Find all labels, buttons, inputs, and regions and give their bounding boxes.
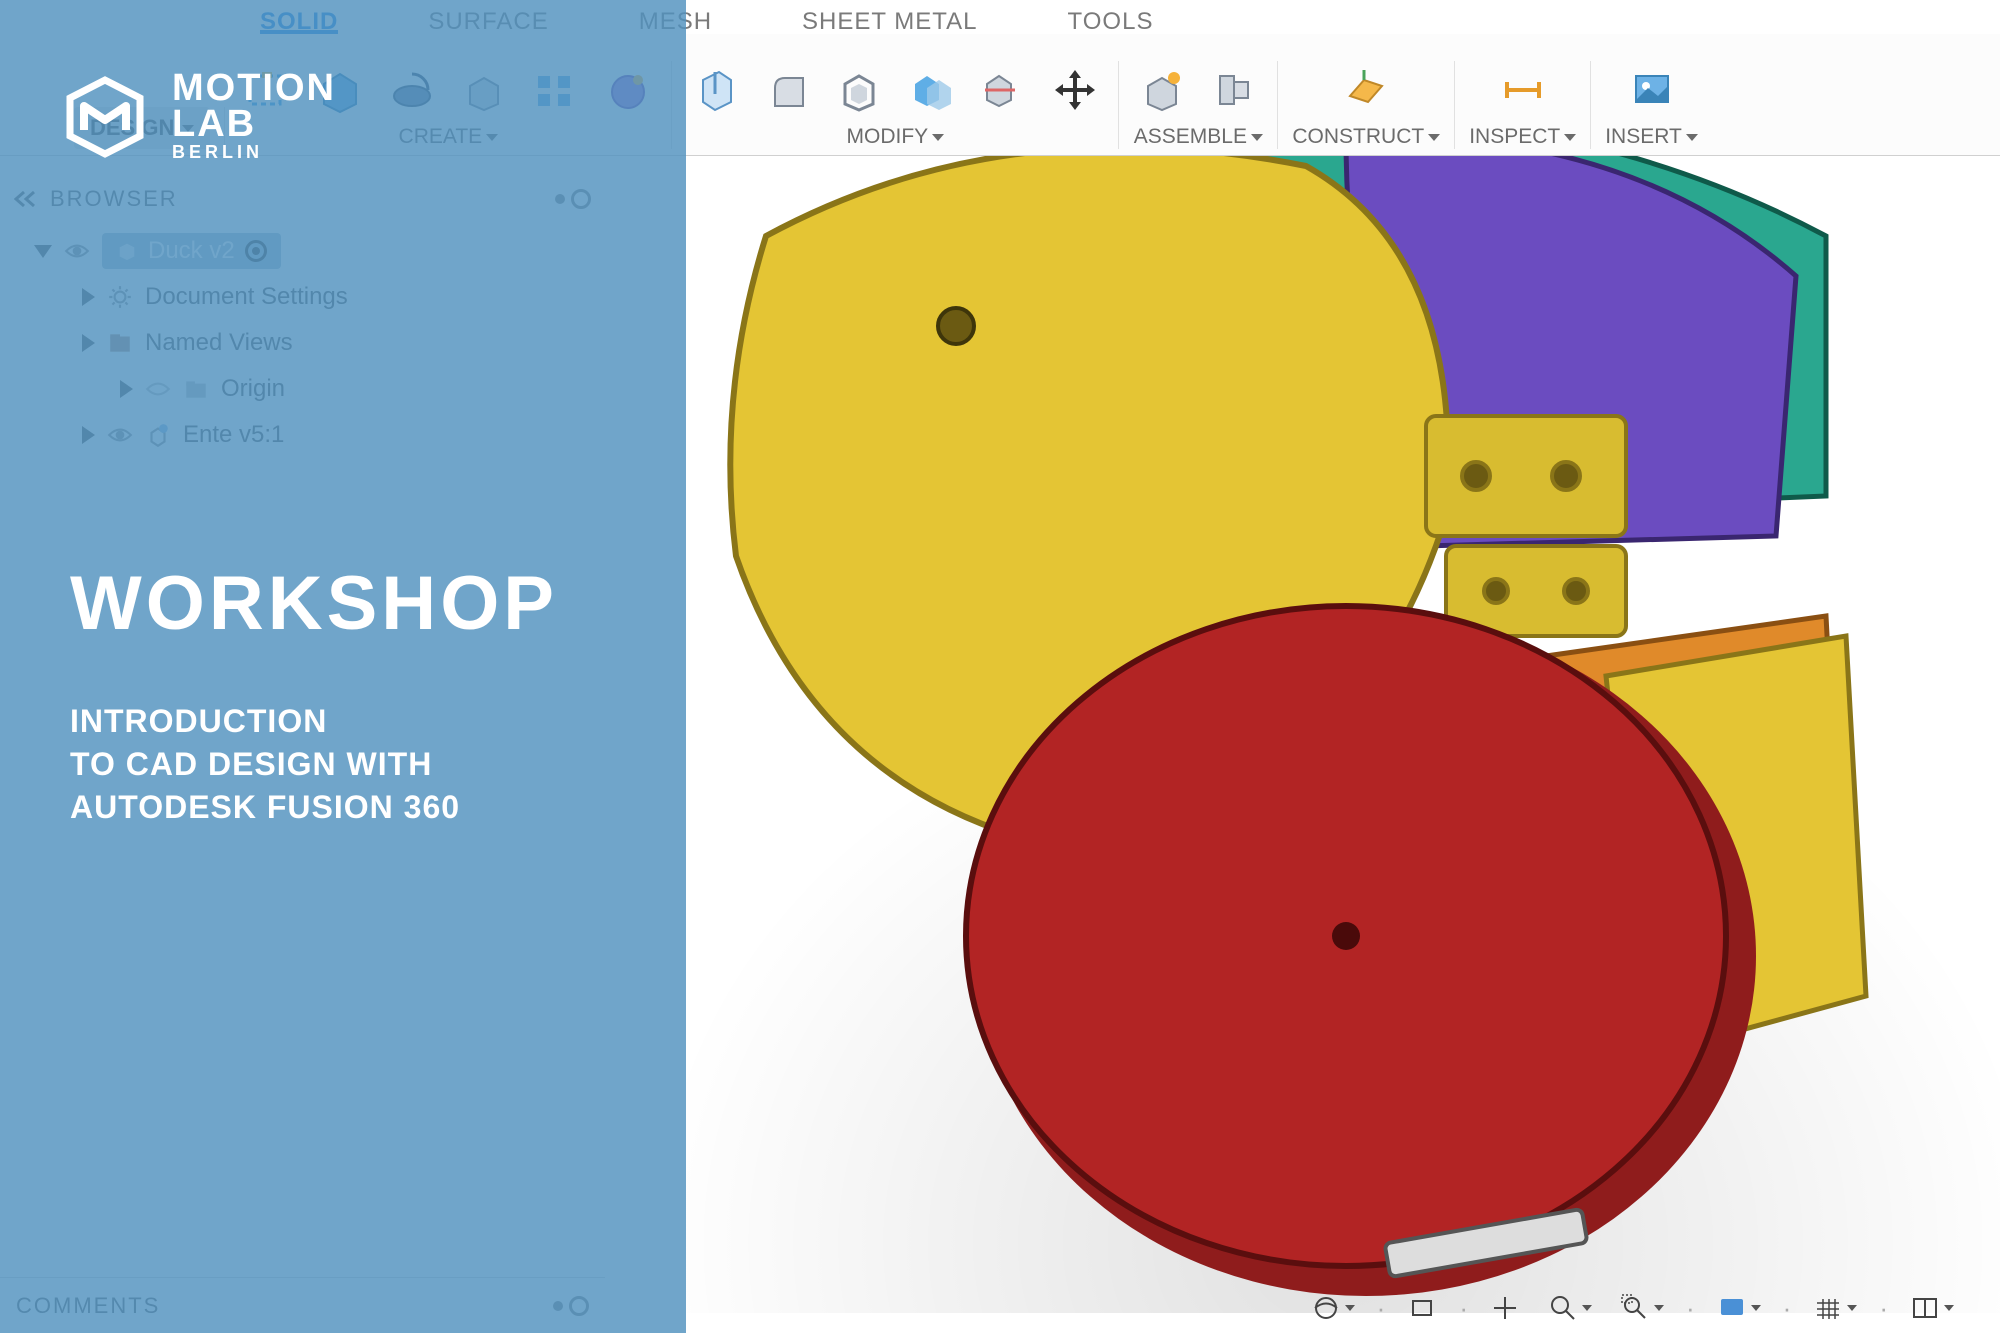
logo-mark-icon bbox=[60, 72, 150, 162]
viewport-layout-icon[interactable] bbox=[1904, 1289, 1960, 1327]
logo: MOTION LAB BERLIN bbox=[60, 70, 626, 163]
chevron-down-icon bbox=[1944, 1305, 1954, 1311]
insert-decal-icon[interactable] bbox=[1623, 61, 1681, 119]
toolbar-group-modify: MODIFY bbox=[672, 61, 1119, 149]
pan-icon[interactable] bbox=[1484, 1289, 1526, 1327]
zoom-icon[interactable] bbox=[1542, 1289, 1598, 1327]
promo-overlay: MOTION LAB BERLIN WORKSHOP INTRODUCTION … bbox=[0, 0, 686, 1333]
toolbar-group-assemble: ASSEMBLE bbox=[1119, 61, 1278, 149]
brand-line1: MOTION bbox=[172, 70, 336, 106]
presspull-icon[interactable] bbox=[686, 61, 744, 119]
tab-sheet-metal[interactable]: SHEET METAL bbox=[802, 8, 977, 34]
new-component-icon[interactable] bbox=[1133, 61, 1191, 119]
chevron-down-icon bbox=[1345, 1305, 1355, 1311]
shell-icon[interactable] bbox=[830, 61, 888, 119]
grid-settings-icon[interactable] bbox=[1807, 1289, 1863, 1327]
plane-icon[interactable] bbox=[1337, 61, 1395, 119]
toolbar-group-insert: INSERT bbox=[1591, 61, 1712, 149]
measure-icon[interactable] bbox=[1494, 61, 1552, 119]
brand-sub: BERLIN bbox=[172, 142, 336, 163]
chevron-down-icon bbox=[1428, 134, 1440, 141]
workshop-title: WORKSHOP bbox=[70, 560, 558, 647]
orbit-icon[interactable] bbox=[1305, 1289, 1361, 1327]
split-icon[interactable] bbox=[974, 61, 1032, 119]
chevron-down-icon bbox=[1564, 134, 1576, 141]
joint-icon[interactable] bbox=[1205, 61, 1263, 119]
toolbar-label-inspect[interactable]: INSPECT bbox=[1469, 125, 1576, 149]
chevron-down-icon bbox=[1251, 134, 1263, 141]
combine-icon[interactable] bbox=[902, 61, 960, 119]
toolbar-group-inspect: INSPECT bbox=[1455, 61, 1591, 149]
toolbar-label-modify[interactable]: MODIFY bbox=[847, 125, 945, 149]
workshop-subtitle: INTRODUCTION TO CAD DESIGN WITH AUTODESK… bbox=[70, 700, 460, 830]
fillet-icon[interactable] bbox=[758, 61, 816, 119]
chevron-down-icon bbox=[1751, 1305, 1761, 1311]
move-icon[interactable] bbox=[1046, 61, 1104, 119]
navigation-bar: · · · · · bbox=[1305, 1289, 1960, 1327]
chevron-down-icon bbox=[1582, 1305, 1592, 1311]
toolbar-group-construct: CONSTRUCT bbox=[1278, 61, 1455, 149]
chevron-down-icon bbox=[932, 134, 944, 141]
viewport-canvas[interactable] bbox=[686, 156, 2000, 1333]
look-at-icon[interactable] bbox=[1401, 1289, 1443, 1327]
zoom-window-icon[interactable] bbox=[1614, 1289, 1670, 1327]
toolbar-label-insert[interactable]: INSERT bbox=[1605, 125, 1698, 149]
chevron-down-icon bbox=[1654, 1305, 1664, 1311]
toolbar-label-construct[interactable]: CONSTRUCT bbox=[1292, 125, 1440, 149]
chevron-down-icon bbox=[1686, 134, 1698, 141]
model-duck bbox=[686, 156, 2000, 1333]
tab-tools[interactable]: TOOLS bbox=[1068, 8, 1154, 34]
display-settings-icon[interactable] bbox=[1711, 1289, 1767, 1327]
chevron-down-icon bbox=[1847, 1305, 1857, 1311]
toolbar-label-assemble[interactable]: ASSEMBLE bbox=[1134, 125, 1263, 149]
brand-line2: LAB bbox=[172, 106, 336, 142]
